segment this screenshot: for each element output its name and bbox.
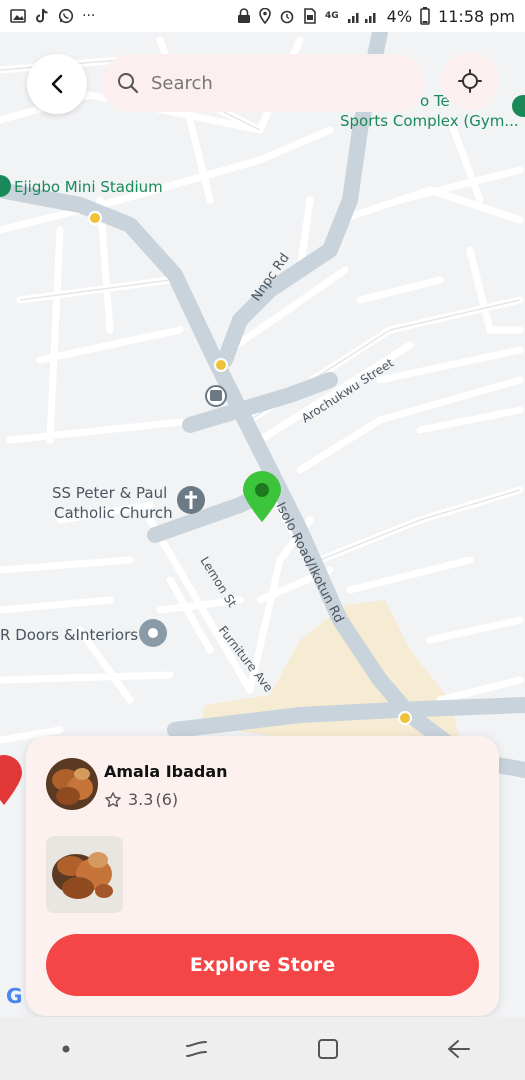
sim-icon: [304, 8, 316, 24]
church-label-2: Catholic Church: [54, 504, 173, 522]
nav-back-button[interactable]: [429, 1024, 489, 1074]
store-avatar[interactable]: [46, 758, 98, 810]
status-bar: ··· 4G 4% 11:58 pm: [0, 0, 525, 32]
rating-value: 3.3: [128, 790, 154, 809]
search-bar[interactable]: [101, 54, 425, 112]
status-right: 4G 4% 11:58 pm: [237, 7, 515, 26]
church-icon[interactable]: [177, 486, 205, 514]
crosshair-icon: [458, 69, 482, 93]
signal-icon: [347, 13, 376, 23]
battery-icon: [420, 7, 430, 25]
explore-store-button[interactable]: Explore Store: [46, 934, 479, 996]
search-icon: [118, 73, 139, 94]
sports-label-bottom: Sports Complex (Gym...: [340, 112, 519, 130]
nav-dot-button[interactable]: [36, 1024, 96, 1074]
doors-label: R Doors &Interiors: [0, 626, 138, 644]
star-icon: [105, 791, 121, 807]
back-button[interactable]: [27, 54, 87, 114]
back-arrow-icon: [448, 1039, 471, 1058]
network-4g-label: 4G: [325, 11, 339, 21]
image-icon: [10, 9, 26, 23]
recents-icon: [185, 1040, 207, 1057]
store-rating: 3.3 (6): [104, 790, 178, 809]
store-photo[interactable]: [46, 836, 123, 913]
tiktok-icon: [36, 8, 48, 23]
status-left: ···: [10, 8, 95, 24]
store-name: Amala Ibadan: [104, 762, 228, 781]
store-card[interactable]: Amala Ibadan 3.3 (6) Explore Store: [26, 736, 499, 1016]
system-nav-bar: [0, 1017, 525, 1080]
whatsapp-icon: [58, 8, 74, 24]
clock: 11:58 pm: [438, 6, 515, 26]
alarm-icon: [280, 10, 294, 24]
dot-icon: [62, 1045, 70, 1052]
home-icon: [318, 1038, 339, 1059]
battery-text: 4%: [386, 6, 413, 26]
place-icon[interactable]: [139, 619, 167, 647]
food-photo-icon: [46, 758, 98, 810]
lock-icon: [238, 8, 251, 23]
google-logo: G: [6, 984, 22, 1008]
locate-me-button[interactable]: [441, 52, 499, 110]
review-count: (6): [155, 790, 179, 809]
more-icon: ···: [82, 8, 96, 24]
food-thumbnail-icon: [46, 836, 123, 913]
chevron-left-icon: [51, 74, 63, 94]
bus-station-icon[interactable]: [205, 385, 227, 407]
nav-home-button[interactable]: [298, 1024, 358, 1074]
church-label-1: SS Peter & Paul: [52, 484, 167, 502]
search-input[interactable]: [149, 71, 383, 95]
stadium-label: Ejigbo Mini Stadium: [14, 178, 163, 196]
location-icon: [259, 8, 271, 24]
nav-recents-button[interactable]: [167, 1024, 227, 1074]
